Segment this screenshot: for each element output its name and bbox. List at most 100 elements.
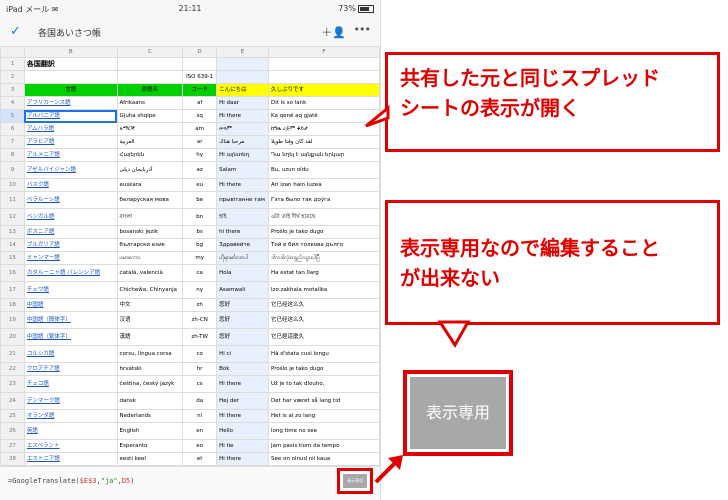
cell[interactable]: 它已经这么久 (267, 311, 380, 329)
cell[interactable]: ဗမာစကား (116, 251, 184, 265)
cell[interactable]: 中国語（繁体字） (23, 328, 118, 346)
cell[interactable] (116, 57, 184, 71)
cell[interactable]: ከግዜ ረጅም ቆይታ (267, 122, 380, 136)
cell[interactable]: Ka qenë aq gjatë (267, 109, 380, 123)
cell[interactable]: nl (182, 409, 218, 423)
cell[interactable]: az (182, 161, 218, 179)
cell[interactable]: English (116, 422, 184, 440)
cell[interactable]: Bok (216, 362, 269, 376)
cell[interactable]: アルバニア語 (23, 109, 118, 123)
cell[interactable]: Prošlo je tako dugo (267, 225, 380, 239)
row-number[interactable]: 25 (0, 409, 25, 423)
cell[interactable]: 它已經這麼久 (267, 328, 380, 346)
row-number[interactable]: 1 (0, 57, 25, 71)
cell[interactable]: হাই (216, 208, 269, 226)
row-number[interactable]: 7 (0, 135, 25, 149)
cell[interactable]: en (182, 422, 218, 440)
cell[interactable]: Gjuha shqipe (116, 109, 184, 123)
cell[interactable]: corsu, lingua corsa (116, 345, 184, 363)
cell[interactable]: Už je to tak dlouho, (267, 375, 380, 393)
spreadsheet-grid[interactable]: B C D E F 1 各国翻訳 2 ISO 639-1 3 言語 原語名 コード こんにちは 久しぶりです… (0, 46, 380, 466)
column-header[interactable]: C (116, 46, 184, 58)
cell[interactable]: ブルガリア語 (23, 238, 118, 252)
cell[interactable]: ဟိုမှာမင်္ဂလာပါ (216, 251, 269, 265)
cell[interactable]: български език (116, 238, 184, 252)
cell[interactable]: クロアチア語 (23, 362, 118, 376)
cell[interactable]: エスペラント (23, 439, 118, 453)
row-number[interactable]: 19 (0, 311, 25, 329)
row-number[interactable]: 17 (0, 281, 25, 299)
cell[interactable]: Դա եղել է այնքան երկար (267, 148, 380, 162)
row-number[interactable]: 28 (0, 452, 25, 466)
cell[interactable]: dansk (116, 392, 184, 410)
column-header[interactable]: D (182, 46, 218, 58)
cell[interactable]: bg (182, 238, 218, 252)
cell[interactable]: لقد كان وقتا طويلا (267, 135, 380, 149)
cell[interactable]: العربية (116, 135, 184, 149)
cell[interactable]: čeština, český jazyk (116, 375, 184, 393)
column-title-cell[interactable]: コード (182, 83, 218, 97)
cell[interactable]: Հայերեն (116, 148, 184, 162)
cell[interactable]: be (182, 191, 218, 209)
cell[interactable]: cs (182, 375, 218, 393)
row-number[interactable]: 15 (0, 251, 25, 265)
cell[interactable]: ボスニア語 (23, 225, 118, 239)
cell[interactable]: Hi daar (216, 96, 269, 110)
cell[interactable] (216, 70, 269, 84)
cell[interactable]: my (182, 251, 218, 265)
cell[interactable]: アゼルバイジャン語 (23, 161, 118, 179)
cell[interactable]: Afrikaans (116, 96, 184, 110)
cell[interactable]: Hello (216, 422, 269, 440)
cell[interactable]: Jam pasis tiom da tempo (267, 439, 380, 453)
cell[interactable]: 中国語 (23, 298, 118, 312)
cell[interactable]: zh (182, 298, 218, 312)
cell[interactable]: беларуская мова (116, 191, 184, 209)
row-number[interactable]: 10 (0, 178, 25, 192)
row-number[interactable]: 21 (0, 345, 25, 363)
cell[interactable]: বাংলা (116, 208, 184, 226)
cell[interactable]: Hi there (216, 109, 269, 123)
cell[interactable]: Hi ci (216, 345, 269, 363)
cell[interactable]: zh-CN (182, 311, 218, 329)
add-user-icon[interactable]: ＋👤 (321, 24, 346, 40)
row-number[interactable]: 24 (0, 392, 25, 410)
sheet-table[interactable]: B C D E F 1 各国翻訳 2 ISO 639-1 3 言語 原語名 コード こんにちは 久しぶりです… (0, 46, 380, 466)
row-number[interactable]: 23 (0, 375, 25, 393)
cell[interactable]: Det har været så lang tid (267, 392, 380, 410)
cell[interactable]: アムハラ語 (23, 122, 118, 136)
cell[interactable]: 各国翻訳 (23, 57, 118, 71)
cell[interactable]: See on olnud nii kaua (267, 452, 380, 466)
cell[interactable]: 您好 (216, 298, 269, 312)
cell[interactable]: アラビア語 (23, 135, 118, 149)
cell[interactable]: ar (182, 135, 218, 149)
cell[interactable]: eesti keel (116, 452, 184, 466)
cell[interactable]: hi there (216, 225, 269, 239)
cell[interactable]: Hola (216, 264, 269, 282)
cell[interactable]: 中国語（簡体字） (23, 311, 118, 329)
cell[interactable]: オランダ語 (23, 409, 118, 423)
cell[interactable]: Здравейте (216, 238, 269, 252)
cell[interactable]: long time no see (267, 422, 380, 440)
cell[interactable]: bn (182, 208, 218, 226)
row-number[interactable]: 22 (0, 362, 25, 376)
column-header[interactable]: F (267, 46, 380, 58)
row-number[interactable]: 4 (0, 96, 25, 110)
cell[interactable]: Het is al zo lang (267, 409, 380, 423)
cell[interactable]: af (182, 96, 218, 110)
cell[interactable]: 中文 (116, 298, 184, 312)
cell[interactable]: Hi there (216, 375, 269, 393)
cell[interactable]: euskara (116, 178, 184, 192)
cell[interactable]: エストニア語 (23, 452, 118, 466)
cell[interactable]: 您好 (216, 328, 269, 346)
cell[interactable]: Esperanto (116, 439, 184, 453)
column-title-cell[interactable]: こんにちは (216, 83, 269, 97)
cell[interactable]: チェコ語 (23, 375, 118, 393)
cell[interactable]: Hi there (216, 178, 269, 192)
cell[interactable]: 英語 (23, 422, 118, 440)
cell[interactable]: Той е бил толкова дълго (267, 238, 380, 252)
cell[interactable]: Bu, uzun oldu (267, 161, 380, 179)
cell[interactable]: Гэта было так доўга (267, 191, 380, 209)
cell[interactable]: 它已经这么久 (267, 298, 380, 312)
cell[interactable]: Chicheŵa, Chinyanja (116, 281, 184, 299)
cell[interactable] (267, 57, 380, 71)
